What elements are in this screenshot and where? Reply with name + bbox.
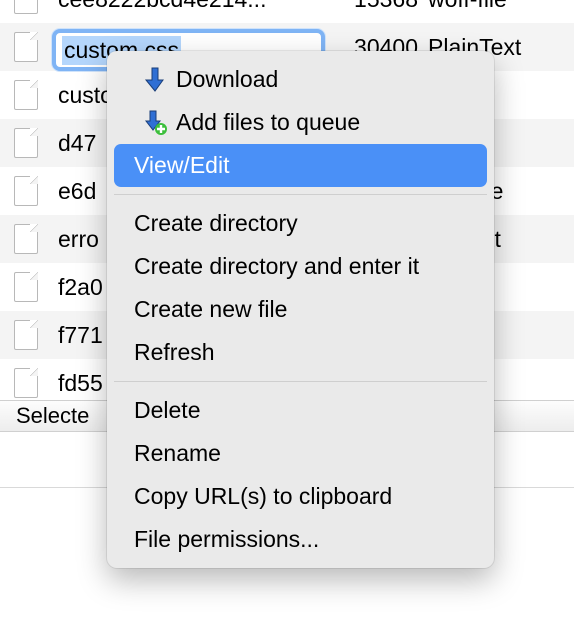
context-menu: Download Add files to queue View/Edit Cr… xyxy=(107,51,494,568)
file-icon xyxy=(14,320,38,350)
file-icon xyxy=(14,224,38,254)
file-size: 15368 xyxy=(338,0,428,13)
menu-label: Create directory xyxy=(134,210,298,237)
menu-separator xyxy=(114,194,487,195)
status-text: Selecte xyxy=(16,403,89,429)
menu-create-new-file[interactable]: Create new file xyxy=(114,288,487,331)
file-icon xyxy=(14,128,38,158)
menu-label: Delete xyxy=(134,397,200,424)
add-queue-icon xyxy=(134,110,176,136)
menu-label: Rename xyxy=(134,440,221,467)
menu-delete[interactable]: Delete xyxy=(114,389,487,432)
menu-view-edit[interactable]: View/Edit xyxy=(114,144,487,187)
file-icon xyxy=(14,32,38,62)
file-icon xyxy=(14,80,38,110)
menu-label: Add files to queue xyxy=(176,109,360,136)
menu-label: Copy URL(s) to clipboard xyxy=(134,483,392,510)
file-icon xyxy=(14,0,38,14)
menu-label: Create directory and enter it xyxy=(134,253,419,280)
file-name: cee8222bcd4e214... xyxy=(58,0,338,13)
menu-copy-url[interactable]: Copy URL(s) to clipboard xyxy=(114,475,487,518)
menu-label: Create new file xyxy=(134,296,287,323)
menu-file-permissions[interactable]: File permissions... xyxy=(114,518,487,561)
menu-refresh[interactable]: Refresh xyxy=(114,331,487,374)
menu-rename[interactable]: Rename xyxy=(114,432,487,475)
table-row[interactable]: cee8222bcd4e214... 15368 woff-file xyxy=(0,0,574,23)
file-type: woff-file xyxy=(428,0,574,13)
file-icon xyxy=(14,368,38,398)
download-icon xyxy=(134,67,176,93)
menu-label: File permissions... xyxy=(134,526,319,553)
menu-label: View/Edit xyxy=(134,152,229,179)
menu-label: Refresh xyxy=(134,339,215,366)
menu-create-directory-enter[interactable]: Create directory and enter it xyxy=(114,245,487,288)
file-icon xyxy=(14,176,38,206)
menu-add-files[interactable]: Add files to queue xyxy=(114,101,487,144)
menu-download[interactable]: Download xyxy=(114,58,487,101)
menu-create-directory[interactable]: Create directory xyxy=(114,202,487,245)
menu-label: Download xyxy=(176,66,278,93)
file-icon xyxy=(14,272,38,302)
menu-separator xyxy=(114,381,487,382)
